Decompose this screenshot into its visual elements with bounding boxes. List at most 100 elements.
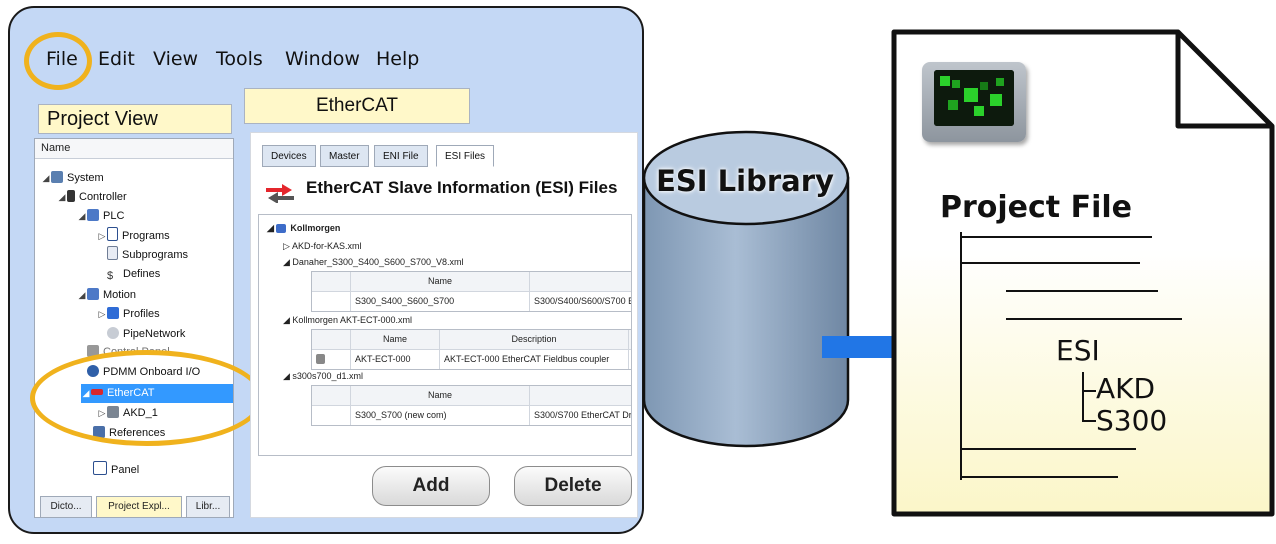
- esi-section-label: ESI: [1056, 334, 1100, 367]
- tree-item-label: System: [67, 172, 104, 184]
- grid-cell: 0x1: [628, 350, 631, 369]
- grid-cell: [312, 350, 350, 369]
- esi-file-item[interactable]: ◢ s300s700_d1.xml: [283, 371, 363, 382]
- expand-arrow-icon[interactable]: ▷: [97, 305, 107, 324]
- motion-icon: [87, 288, 99, 300]
- esi-file-label: Danaher_S300_S400_S600_S700_V8.xml: [292, 257, 464, 267]
- content-line: [960, 262, 1140, 264]
- tree-item-subprograms[interactable]: Subprograms: [107, 246, 188, 265]
- menu-tools[interactable]: Tools: [216, 48, 263, 70]
- grid-header-cell: [529, 386, 631, 405]
- ethercat-panel-title: EtherCAT: [244, 88, 470, 124]
- grid-header-cell: [312, 386, 350, 405]
- tab-devices[interactable]: Devices: [262, 145, 316, 167]
- grid-header-row: Name: [312, 272, 631, 291]
- tree-item-label: Panel: [111, 464, 140, 476]
- delete-button[interactable]: Delete: [514, 466, 632, 506]
- esi-branch-tick: [1082, 420, 1096, 422]
- esi-file-label: s300s700_d1.xml: [292, 371, 363, 381]
- ethercat-highlight-ring: [30, 350, 264, 446]
- controller-icon: [67, 190, 75, 202]
- content-line: [960, 448, 1136, 450]
- tree-item-motion[interactable]: ◢ Motion: [77, 286, 136, 305]
- table-row[interactable]: AKT-ECT-000 AKT-ECT-000 EtherCAT Fieldbu…: [312, 349, 631, 369]
- pipenetwork-icon: [107, 327, 119, 339]
- tab-dictionary[interactable]: Dicto...: [40, 496, 92, 518]
- tree-item-label: PLC: [103, 210, 125, 222]
- grid-header-row: Name: [312, 386, 631, 405]
- tree-item-programs[interactable]: ▷ Programs: [97, 227, 170, 246]
- esi-library-label: ESI Library: [656, 164, 834, 198]
- tree-item-system[interactable]: ◢ System: [41, 169, 104, 188]
- tab-project-explorer[interactable]: Project Expl...: [96, 496, 182, 518]
- collapse-arrow-icon[interactable]: ◢: [267, 223, 276, 233]
- esi-files-heading: EtherCAT Slave Information (ESI) Files: [306, 178, 618, 197]
- panel-icon: [93, 461, 107, 475]
- table-row[interactable]: S300_S700 (new com) S300/S700 EtherCAT D…: [312, 405, 631, 425]
- menu-help[interactable]: Help: [376, 48, 419, 70]
- tab-eni-file[interactable]: ENI File: [374, 145, 428, 167]
- system-icon: [51, 171, 63, 183]
- esi-device-grid: Name S300_S400_S600_S700 S300/S400/S600/…: [311, 271, 631, 312]
- profiles-icon: [107, 307, 119, 319]
- content-line: [960, 236, 1152, 238]
- menu-edit[interactable]: Edit: [98, 48, 135, 70]
- esi-tree-root-label: Kollmorgen: [290, 223, 341, 233]
- esi-file-label: Kollmorgen AKT-ECT-000.xml: [292, 315, 412, 325]
- plc-icon: [87, 209, 99, 221]
- esi-branch-line: [1082, 372, 1084, 420]
- tree-item-label: Motion: [103, 289, 137, 301]
- collapse-arrow-icon[interactable]: ◢: [283, 371, 292, 381]
- device-icon: [316, 354, 325, 364]
- defines-icon: $: [107, 270, 114, 282]
- file-menu-highlight-ring: [24, 32, 92, 90]
- project-file-title: Project File: [940, 190, 1132, 225]
- grid-cell: S300_S700 (new com): [350, 406, 529, 425]
- tree-item-pipenetwork[interactable]: PipeNetwork: [107, 325, 185, 344]
- grid-cell: S300_S400_S600_S700: [350, 292, 529, 311]
- collapse-arrow-icon[interactable]: ◢: [41, 169, 51, 188]
- expand-arrow-icon[interactable]: ▷: [283, 241, 292, 251]
- tree-item-plc[interactable]: ◢ PLC: [77, 207, 124, 226]
- tree-item-label: Profiles: [123, 308, 160, 320]
- grid-cell: AKT-ECT-000: [350, 350, 439, 369]
- tree-item-defines[interactable]: $ Defines: [107, 265, 160, 284]
- content-line: [1006, 290, 1158, 292]
- add-button[interactable]: Add: [372, 466, 490, 506]
- collapse-arrow-icon[interactable]: ◢: [57, 188, 67, 207]
- esi-file-item[interactable]: ◢ Kollmorgen AKT-ECT-000.xml: [283, 315, 412, 326]
- grid-header-cell: [312, 272, 350, 291]
- esi-file-item[interactable]: ◢ Danaher_S300_S400_S600_S700_V8.xml: [283, 257, 464, 268]
- tab-master[interactable]: Master: [320, 145, 369, 167]
- grid-cell: AKT-ECT-000 EtherCAT Fieldbus coupler: [439, 350, 628, 369]
- esi-child-s300: S300: [1096, 404, 1168, 437]
- collapse-arrow-icon[interactable]: ◢: [77, 286, 87, 305]
- expand-arrow-icon[interactable]: ▷: [97, 227, 107, 246]
- grid-cell: S300/S700 EtherCAT Drive: [529, 406, 631, 425]
- collapse-arrow-icon[interactable]: ◢: [77, 207, 87, 226]
- tree-item-label: PipeNetwork: [123, 328, 186, 340]
- tab-libraries[interactable]: Libr...: [186, 496, 230, 518]
- device-screen-icon: [934, 70, 1014, 126]
- menu-window[interactable]: Window: [285, 48, 360, 70]
- grid-cell: [312, 292, 350, 311]
- tree-item-controller[interactable]: ◢ Controller: [57, 188, 127, 207]
- grid-header-cell: Name: [350, 330, 439, 349]
- table-row[interactable]: S300_S400_S600_S700 S300/S400/S600/S700 …: [312, 291, 631, 311]
- programs-icon: [107, 227, 118, 241]
- tab-esi-files[interactable]: ESI Files: [436, 145, 495, 167]
- esi-device-grid: Name S300_S700 (new com) S300/S700 Ether…: [311, 385, 631, 426]
- grid-header-cell: Name: [350, 386, 529, 405]
- tree-item-panel[interactable]: Panel: [93, 461, 139, 480]
- grid-header-cell: Name: [350, 272, 529, 291]
- esi-branch-tick: [1082, 390, 1096, 392]
- esi-tree-root[interactable]: ◢ Kollmorgen: [267, 223, 340, 234]
- subprograms-icon: [107, 246, 118, 260]
- collapse-arrow-icon[interactable]: ◢: [283, 315, 292, 325]
- grid-cell: [312, 406, 350, 425]
- esi-file-item[interactable]: ▷ AKD-for-KAS.xml: [283, 241, 361, 252]
- collapse-arrow-icon[interactable]: ◢: [283, 257, 292, 267]
- tree-item-label: Subprograms: [122, 249, 189, 261]
- menu-view[interactable]: View: [153, 48, 198, 70]
- tree-item-profiles[interactable]: ▷ Profiles: [97, 305, 160, 324]
